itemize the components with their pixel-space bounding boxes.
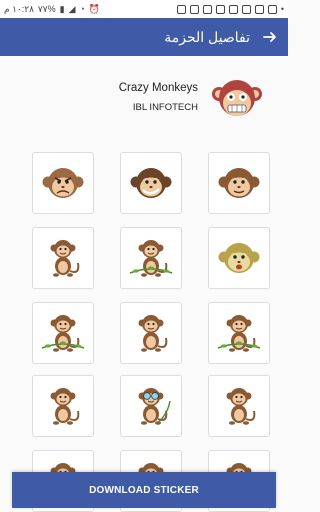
sticker-vine-monkey[interactable]: [120, 227, 182, 289]
sticker-standing-monkey[interactable]: [32, 375, 94, 437]
download-sticker-button[interactable]: DOWNLOAD STICKER: [12, 472, 276, 508]
monkey-sticker-image: [50, 388, 80, 425]
sticker-smirk-monkey[interactable]: [120, 152, 182, 214]
time-label: ١٠:٢٨ م: [4, 3, 34, 14]
sticker-branch-monkey[interactable]: [208, 302, 270, 364]
monkey-sticker-image: [138, 315, 168, 352]
battery-label: ٧٧%: [37, 3, 56, 14]
notification-icon: [176, 4, 186, 14]
sticker-hanging-monkey[interactable]: [32, 302, 94, 364]
arrow-right-icon[interactable]: [262, 29, 278, 45]
status-bar-left: ١٠:٢٨ م ٧٧% ▮ ◢ ◔ ⏰: [4, 3, 101, 14]
monkey-sticker-image: [129, 240, 173, 277]
monkey-sticker-image: [218, 168, 260, 198]
monkey-sticker-image: [217, 315, 261, 352]
notification-icon: [241, 4, 251, 14]
signal-icon: ◢: [68, 3, 76, 14]
notification-icon: [202, 4, 212, 14]
notification-icon: [189, 4, 199, 14]
page-title: تفاصيل الحزمة: [164, 28, 250, 45]
pack-author: IBL INFOTECH: [132, 102, 198, 113]
app-bar: تفاصيل الحزمة: [0, 18, 288, 56]
battery-icon: ▮: [59, 3, 65, 14]
wifi-icon: ◔: [79, 3, 85, 14]
status-bar-right: •: [176, 3, 284, 14]
monkey-sticker-image: [218, 243, 260, 273]
notification-icon: [267, 4, 277, 14]
sticker-waving-monkey[interactable]: [208, 375, 270, 437]
sticker-shy-monkey[interactable]: [120, 302, 182, 364]
monkey-sticker-image: [41, 315, 85, 352]
sticker-angry-bear-monkey[interactable]: [32, 152, 94, 214]
notification-icon: [215, 4, 225, 14]
monkey-sticker-image: [50, 240, 80, 277]
notification-icon: [254, 4, 264, 14]
status-bar: ١٠:٢٨ م ٧٧% ▮ ◢ ◔ ⏰ •: [0, 0, 288, 18]
sticker-sitting-monkey[interactable]: [32, 227, 94, 289]
alarm-icon: ⏰: [88, 3, 101, 14]
more-dots-icon: •: [280, 3, 284, 14]
pack-tray-icon: [212, 80, 262, 116]
monkey-sticker-image: [138, 388, 171, 425]
sticker-green-monkey[interactable]: [208, 227, 270, 289]
monkey-sticker-image: [42, 168, 84, 198]
notification-icon: [228, 4, 238, 14]
monkey-sticker-image: [226, 388, 256, 425]
sticker-glasses-monkey[interactable]: [120, 375, 182, 437]
monkey-sticker-image: [130, 168, 172, 198]
pack-name: Crazy Monkeys: [118, 82, 198, 94]
sticker-smile-monkey[interactable]: [208, 152, 270, 214]
